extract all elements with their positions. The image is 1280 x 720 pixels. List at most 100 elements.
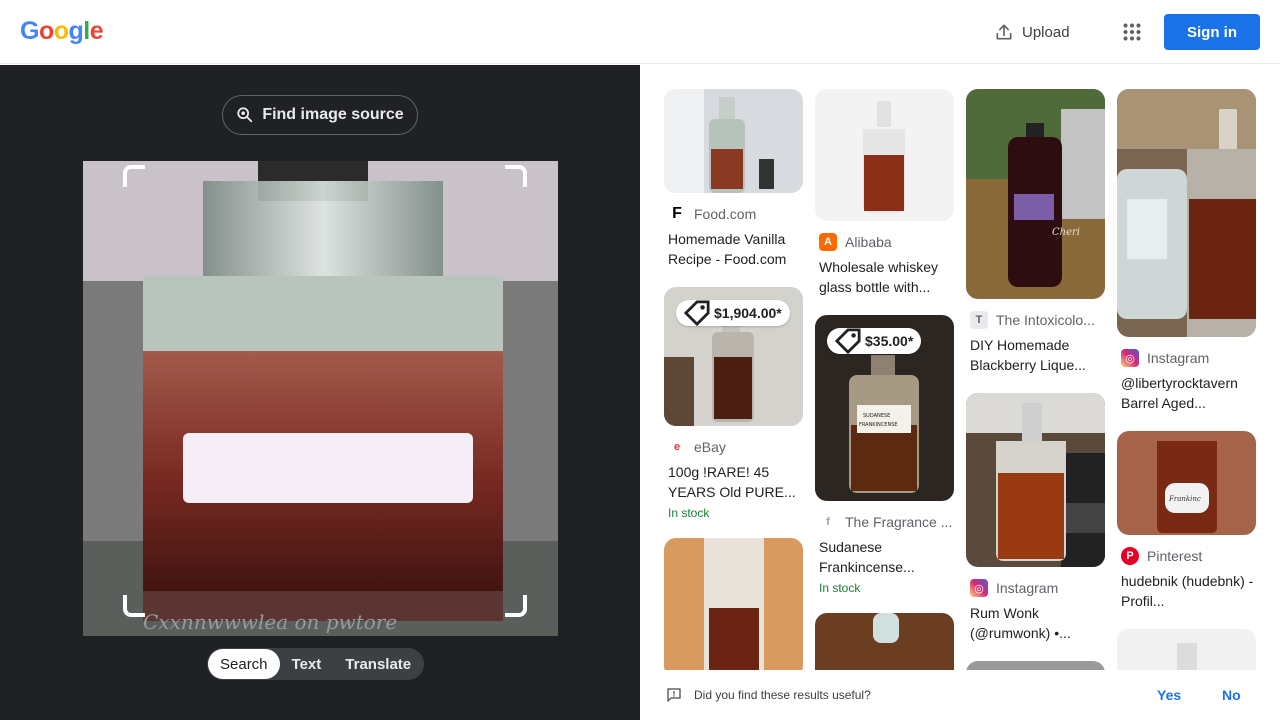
stock-status: In stock <box>819 581 861 595</box>
image-watermark: Cxxnnwwwlea on pwtore <box>143 610 397 634</box>
google-logo[interactable]: Google <box>20 17 104 46</box>
instagram-icon: ◎ <box>970 579 988 597</box>
result-title[interactable]: Rum Wonk (@rumwonk) •... <box>966 603 1106 643</box>
results-column: ◎ Instagram @libertyrocktavern Barrel Ag… <box>1117 89 1257 670</box>
result-title[interactable]: Sudanese Frankincense... <box>815 537 955 577</box>
logo-letter: G <box>20 17 39 45</box>
result-thumbnail[interactable]: Frankinc <box>1117 431 1256 535</box>
result-image <box>664 538 803 670</box>
feedback-yes-button[interactable]: Yes <box>1157 687 1181 703</box>
result-card[interactable] <box>966 661 1106 670</box>
result-image <box>815 89 954 221</box>
crop-handle[interactable] <box>505 165 527 187</box>
result-thumbnail[interactable]: $1,904.00* <box>664 287 803 426</box>
results-grid: F Food.com Homemade Vanilla Recipe - Foo… <box>640 65 1280 670</box>
result-card[interactable]: ◎ Instagram Rum Wonk (@rumwonk) •... <box>966 393 1106 643</box>
favicon-icon: A <box>819 233 837 251</box>
results-column: A Alibaba Wholesale whiskey glass bottle… <box>815 89 955 670</box>
result-title[interactable]: @libertyrocktavern Barrel Aged... <box>1117 373 1257 413</box>
result-thumbnail[interactable] <box>1117 629 1256 670</box>
mode-text[interactable]: Text <box>280 649 334 679</box>
favicon-icon: T <box>970 311 988 329</box>
pinterest-icon: P <box>1121 547 1139 565</box>
price-badge: $35.00* <box>827 328 922 354</box>
result-title[interactable]: 100g !RARE! 45 YEARS Old PURE... <box>664 462 804 502</box>
find-source-label: Find image source <box>262 106 404 123</box>
result-thumbnail[interactable]: Cheri <box>966 89 1105 299</box>
result-thumbnail[interactable] <box>966 393 1105 567</box>
result-image <box>1117 89 1256 337</box>
svg-text:FRANKINCENSE: FRANKINCENSE <box>859 422 898 428</box>
result-image <box>815 613 954 670</box>
result-image <box>664 89 803 193</box>
mode-translate[interactable]: Translate <box>333 649 423 679</box>
result-title[interactable]: Homemade Vanilla Recipe - Food.com <box>664 229 804 269</box>
crop-selection[interactable] <box>123 165 527 617</box>
svg-text:SUDANESE: SUDANESE <box>863 413 890 419</box>
result-source: A Alibaba <box>815 233 955 251</box>
source-name: Instagram <box>1147 350 1210 366</box>
favicon-icon: e <box>668 438 686 456</box>
result-title[interactable]: DIY Homemade Blackberry Lique... <box>966 335 1106 375</box>
google-apps-button[interactable] <box>1116 16 1148 48</box>
result-source: F Food.com <box>664 205 804 223</box>
source-name: Pinterest <box>1147 548 1203 564</box>
favicon-icon: F <box>668 205 686 223</box>
result-card[interactable]: SUDANESE FRANKINCENSE $35.00* f The Frag… <box>815 315 955 595</box>
source-name: Instagram <box>996 580 1059 596</box>
results-column: Cheri T The Intoxicolo... DIY Homemade B… <box>966 89 1106 670</box>
logo-letter: o <box>53 17 69 45</box>
mode-search[interactable]: Search <box>208 649 280 679</box>
crop-handle[interactable] <box>123 165 145 187</box>
crop-handle[interactable] <box>505 595 527 617</box>
result-thumbnail[interactable] <box>815 89 954 221</box>
find-image-source-button[interactable]: Find image source <box>222 95 418 135</box>
result-thumbnail[interactable] <box>966 661 1105 670</box>
feedback-icon <box>667 688 681 702</box>
results-column: F Food.com Homemade Vanilla Recipe - Foo… <box>664 89 804 670</box>
result-thumbnail[interactable]: SUDANESE FRANKINCENSE $35.00* <box>815 315 954 501</box>
result-card[interactable]: Cheri T The Intoxicolo... DIY Homemade B… <box>966 89 1106 375</box>
source-name: The Fragrance ... <box>845 514 953 530</box>
logo-letter: o <box>38 17 54 45</box>
result-card[interactable]: $1,904.00* e eBay 100g !RARE! 45 YEARS O… <box>664 287 804 520</box>
result-source: ◎ Instagram <box>966 579 1106 597</box>
query-image[interactable]: Cxxnnwwwlea on pwtore <box>83 161 558 636</box>
result-title[interactable]: hudebnik (hudebnk) - Profil... <box>1117 571 1257 611</box>
crop-handle[interactable] <box>123 595 145 617</box>
result-thumbnail[interactable] <box>664 538 803 670</box>
grid-icon <box>1123 23 1141 41</box>
result-image <box>1117 629 1256 670</box>
svg-text:Cheri: Cheri <box>1052 227 1080 238</box>
result-source: f The Fragrance ... <box>815 513 955 531</box>
stock-status: In stock <box>668 506 710 520</box>
result-thumbnail[interactable] <box>1117 89 1256 337</box>
result-image: Frankinc <box>1117 431 1256 535</box>
result-card[interactable]: ◎ Instagram @libertyrocktavern Barrel Ag… <box>1117 89 1257 413</box>
sign-in-button[interactable]: Sign in <box>1164 14 1260 50</box>
favicon-icon: f <box>819 513 837 531</box>
result-card[interactable] <box>1117 629 1257 670</box>
source-name: eBay <box>694 439 726 455</box>
instagram-icon: ◎ <box>1121 349 1139 367</box>
result-image: Cheri <box>966 89 1105 299</box>
result-card[interactable]: F Food.com Homemade Vanilla Recipe - Foo… <box>664 89 804 269</box>
result-title[interactable]: Wholesale whiskey glass bottle with... <box>815 257 955 297</box>
result-source: T The Intoxicolo... <box>966 311 1106 329</box>
result-thumbnail[interactable] <box>664 89 803 193</box>
price-badge: $1,904.00* <box>676 300 790 326</box>
result-card[interactable] <box>815 613 955 670</box>
result-image <box>966 393 1105 567</box>
logo-letter: g <box>68 17 84 45</box>
upload-button[interactable]: Upload <box>984 14 1080 50</box>
tag-icon <box>835 328 861 354</box>
feedback-no-button[interactable]: No <box>1222 687 1241 703</box>
upload-label: Upload <box>1022 23 1070 41</box>
tag-icon <box>684 300 710 326</box>
result-card[interactable] <box>664 538 804 670</box>
result-card[interactable]: A Alibaba Wholesale whiskey glass bottle… <box>815 89 955 297</box>
source-name: Alibaba <box>845 234 892 250</box>
result-thumbnail[interactable] <box>815 613 954 670</box>
result-card[interactable]: Frankinc P Pinterest hudebnik (hudebnk) … <box>1117 431 1257 611</box>
result-source: e eBay <box>664 438 804 456</box>
